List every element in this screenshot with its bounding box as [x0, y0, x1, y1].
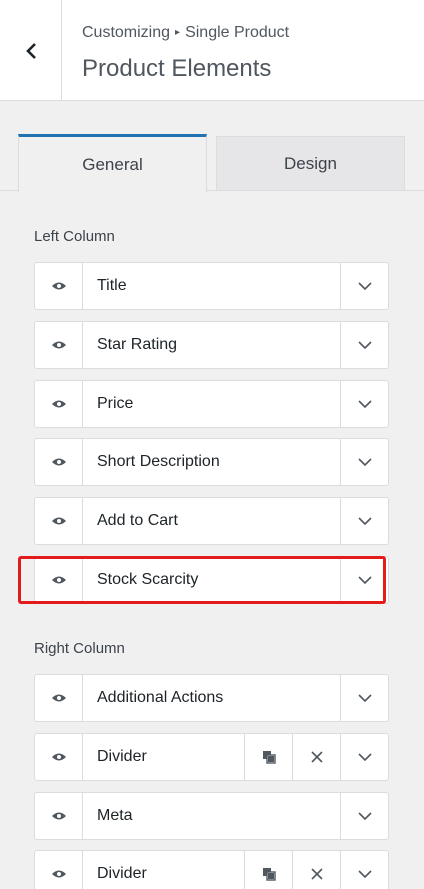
breadcrumb-part: Customizing — [82, 24, 171, 41]
eye-icon — [51, 458, 66, 466]
chevron-left-icon — [25, 42, 36, 59]
expand-button[interactable] — [340, 557, 388, 603]
eye-icon — [51, 870, 66, 878]
element-label: Divider — [97, 865, 147, 882]
visibility-toggle[interactable] — [35, 851, 83, 889]
breadcrumb: Customizing ▸ Single Product — [82, 24, 289, 42]
chevron-down-icon — [357, 576, 372, 584]
element-label: Additional Actions — [97, 689, 224, 706]
eye-icon — [51, 517, 66, 525]
element-row-stock-scarcity: Stock Scarcity — [34, 556, 389, 604]
expand-button[interactable] — [340, 322, 388, 368]
chevron-down-icon — [357, 400, 372, 408]
visibility-toggle[interactable] — [35, 498, 83, 544]
element-label: Star Rating — [97, 336, 178, 353]
visibility-toggle[interactable] — [35, 263, 83, 309]
expand-button[interactable] — [340, 851, 388, 889]
chevron-down-icon — [357, 870, 372, 878]
expand-button[interactable] — [340, 675, 388, 721]
expand-button[interactable] — [340, 793, 388, 839]
element-row-short-description: Short Description — [34, 438, 389, 486]
breadcrumb-part: Single Product — [185, 24, 290, 41]
element-row-star-rating: Star Rating — [34, 321, 389, 369]
tab-general[interactable]: General — [18, 134, 207, 192]
chevron-down-icon — [357, 341, 372, 349]
element-row-add-to-cart: Add to Cart — [34, 497, 389, 545]
element-row-meta: Meta — [34, 792, 389, 840]
eye-icon — [51, 812, 66, 820]
chevron-down-icon — [357, 694, 372, 702]
element-label: Stock Scarcity — [97, 571, 199, 588]
duplicate-icon — [262, 868, 276, 881]
duplicate-icon — [262, 751, 276, 764]
chevron-down-icon — [357, 458, 372, 466]
element-label: Price — [97, 395, 134, 412]
eye-icon — [51, 576, 66, 584]
element-label: Add to Cart — [97, 512, 178, 529]
eye-icon — [51, 753, 66, 761]
element-row-additional-actions: Additional Actions — [34, 674, 389, 722]
customizer-header: Customizing ▸ Single Product Product Eleme… — [0, 0, 424, 101]
close-icon — [310, 751, 323, 763]
tab-design[interactable]: Design — [216, 136, 405, 191]
element-label: Short Description — [97, 453, 220, 470]
visibility-toggle[interactable] — [35, 793, 83, 839]
back-button[interactable] — [0, 0, 62, 101]
expand-button[interactable] — [340, 498, 388, 544]
expand-button[interactable] — [340, 734, 388, 780]
eye-icon — [51, 341, 66, 349]
duplicate-button[interactable] — [244, 734, 292, 780]
eye-icon — [51, 282, 66, 290]
tabs-bar: General Design — [0, 134, 424, 192]
chevron-down-icon — [357, 282, 372, 290]
chevron-down-icon — [357, 517, 372, 525]
left-column-heading: Left Column — [34, 228, 115, 245]
duplicate-button[interactable] — [244, 851, 292, 889]
expand-button[interactable] — [340, 381, 388, 427]
page-title: Product Elements — [82, 55, 272, 82]
chevron-down-icon — [357, 812, 372, 820]
remove-button[interactable] — [292, 734, 340, 780]
element-row-divider: Divider — [34, 850, 389, 889]
element-row-divider: Divider — [34, 733, 389, 781]
element-row-title: Title — [34, 262, 389, 310]
eye-icon — [51, 694, 66, 702]
expand-button[interactable] — [340, 263, 388, 309]
right-column-heading: Right Column — [34, 640, 125, 657]
expand-button[interactable] — [340, 439, 388, 485]
element-label: Meta — [97, 807, 133, 824]
visibility-toggle[interactable] — [35, 381, 83, 427]
eye-icon — [51, 400, 66, 408]
visibility-toggle[interactable] — [35, 675, 83, 721]
element-label: Title — [97, 277, 127, 294]
visibility-toggle[interactable] — [35, 439, 83, 485]
element-row-price: Price — [34, 380, 389, 428]
visibility-toggle[interactable] — [35, 734, 83, 780]
breadcrumb-separator: ▸ — [175, 27, 181, 38]
chevron-down-icon — [357, 753, 372, 761]
element-label: Divider — [97, 748, 147, 765]
remove-button[interactable] — [292, 851, 340, 889]
close-icon — [310, 868, 323, 880]
visibility-toggle[interactable] — [35, 557, 83, 603]
visibility-toggle[interactable] — [35, 322, 83, 368]
